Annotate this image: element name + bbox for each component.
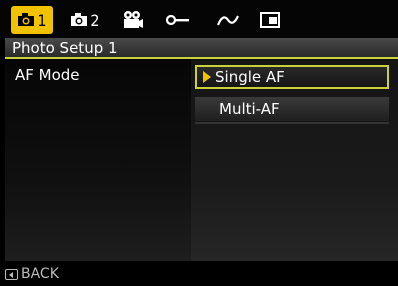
tab-number: 1 [37, 10, 47, 30]
battery-card-icon [260, 12, 282, 28]
tab-connection[interactable] [213, 6, 243, 34]
setting-list: AF Mode [5, 59, 191, 261]
menu-header: Photo Setup 1 [5, 38, 398, 59]
wave-icon [216, 13, 240, 27]
option-label: Multi-AF [219, 100, 280, 118]
tab-photo-1[interactable]: 1 [11, 6, 53, 34]
menu-content: AF Mode Single AF Multi-AF [5, 59, 398, 261]
menu-tab-bar: 1 2 [0, 0, 398, 38]
back-label[interactable]: BACK [21, 266, 59, 282]
tab-playback[interactable] [256, 6, 286, 34]
option-list: Single AF Multi-AF [191, 59, 398, 261]
tab-photo-2[interactable]: 2 [65, 6, 105, 34]
movie-camera-icon [122, 10, 144, 30]
camera-menu-screen: 1 2 Photo Setup 1 AF Mode Single AF Mult… [0, 0, 398, 286]
wrench-icon [166, 14, 190, 26]
camera-icon [17, 13, 35, 27]
tab-movie[interactable] [118, 6, 148, 34]
camera-icon [70, 13, 88, 27]
page-title: Photo Setup 1 [12, 39, 118, 57]
tab-number: 2 [90, 10, 100, 30]
back-key-icon[interactable] [5, 269, 18, 280]
selection-arrow-icon [203, 71, 211, 83]
tab-setup[interactable] [163, 6, 193, 34]
option-single-af[interactable]: Single AF [195, 65, 389, 89]
af-mode-setting[interactable]: AF Mode [15, 66, 80, 84]
footer-bar: BACK [0, 261, 398, 286]
option-multi-af[interactable]: Multi-AF [195, 97, 389, 124]
option-label: Single AF [215, 68, 285, 86]
